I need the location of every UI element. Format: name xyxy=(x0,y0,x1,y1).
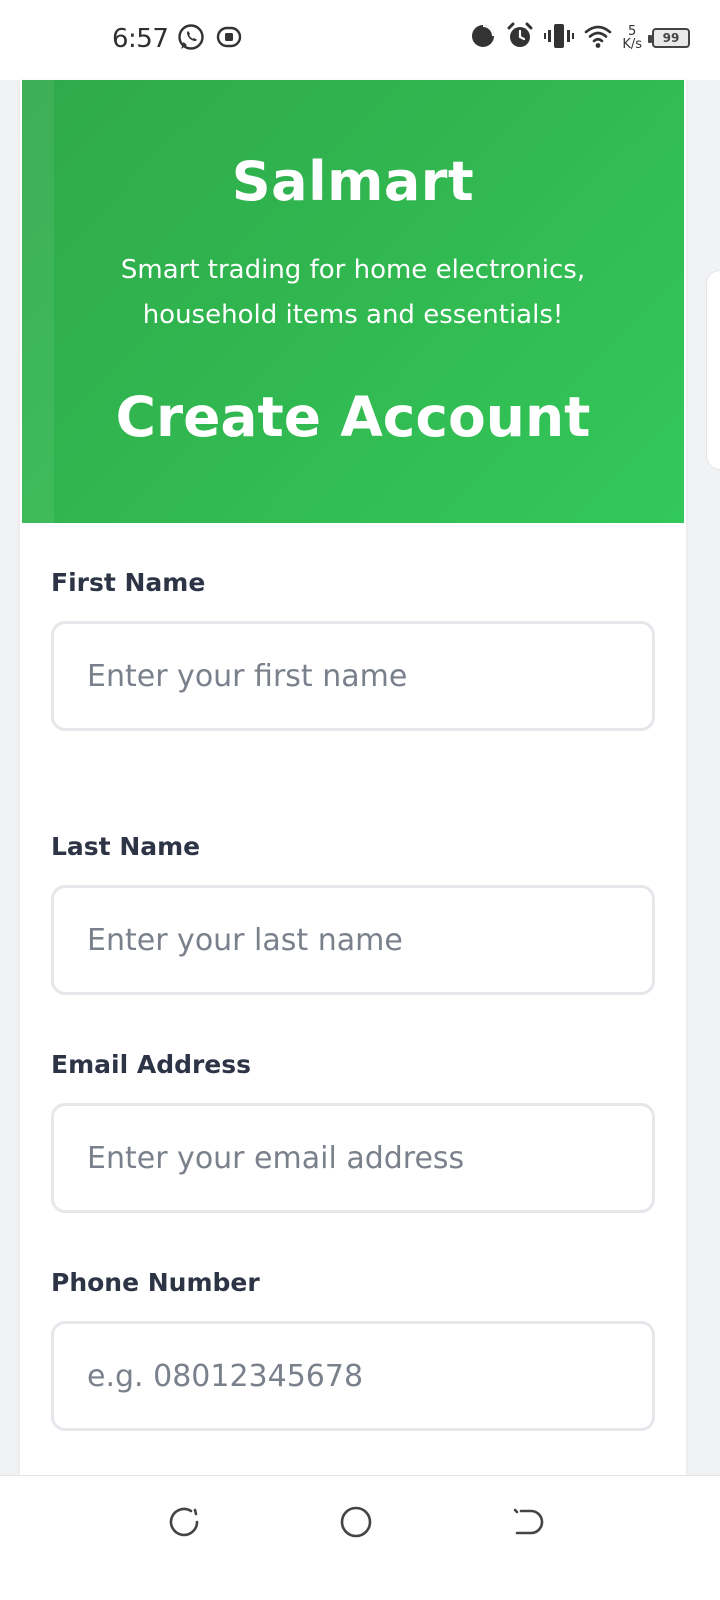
vibrate-icon xyxy=(544,22,575,54)
wifi-icon xyxy=(584,23,612,53)
first-name-group: First Name xyxy=(51,568,655,731)
data-usage-icon xyxy=(470,23,496,53)
back-icon xyxy=(511,1505,545,1543)
hero-header: Salmart Smart trading for home electroni… xyxy=(22,80,684,523)
navigation-bar xyxy=(0,1475,720,1600)
first-name-label: First Name xyxy=(51,568,206,597)
battery-icon: 99 xyxy=(648,28,690,48)
status-bar: 6:57 5 K/s 99 xyxy=(0,0,720,80)
alarm-icon xyxy=(506,22,534,54)
network-speed: 5 K/s xyxy=(622,25,642,51)
hero-shade xyxy=(22,80,54,523)
back-button[interactable] xyxy=(508,1504,548,1544)
status-time: 6:57 xyxy=(112,24,169,54)
phone-input[interactable] xyxy=(51,1321,655,1431)
side-panel-handle[interactable] xyxy=(706,270,720,470)
email-label: Email Address xyxy=(51,1050,252,1079)
signup-card: Salmart Smart trading for home electroni… xyxy=(20,80,686,1475)
email-group: Email Address xyxy=(51,1050,655,1213)
email-input[interactable] xyxy=(51,1103,655,1213)
page-title: Create Account xyxy=(115,385,591,449)
home-button[interactable] xyxy=(336,1504,376,1544)
phone-group: Phone Number xyxy=(51,1268,655,1431)
network-speed-unit: K/s xyxy=(622,37,642,52)
whatsapp-icon xyxy=(176,22,206,56)
home-icon xyxy=(339,1505,373,1543)
first-name-input[interactable] xyxy=(51,621,655,731)
status-left: 6:57 xyxy=(112,22,244,56)
last-name-label: Last Name xyxy=(51,832,201,861)
recent-apps-icon xyxy=(167,1505,201,1543)
brand-name: Salmart xyxy=(231,150,475,213)
phone-label: Phone Number xyxy=(51,1268,260,1297)
last-name-group: Last Name xyxy=(51,832,655,995)
last-name-input[interactable] xyxy=(51,885,655,995)
status-right: 5 K/s 99 xyxy=(470,22,690,54)
battery-level: 99 xyxy=(662,31,680,45)
download-notification-icon xyxy=(214,22,244,56)
brand-tagline: Smart trading for home electronics, hous… xyxy=(120,255,586,330)
recent-apps-button[interactable] xyxy=(164,1504,204,1544)
